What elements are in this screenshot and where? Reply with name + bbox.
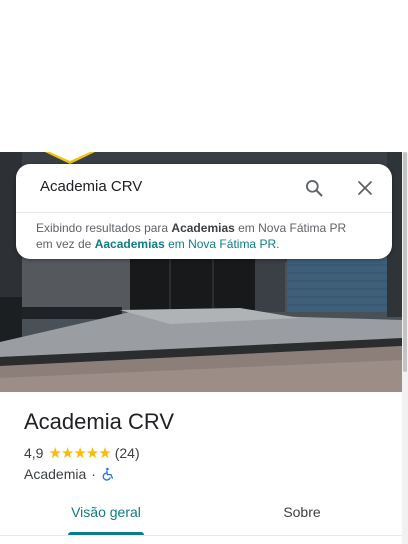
search-card: Academia CRV Exibindo resultados para Ac… (16, 164, 392, 259)
original-location-link[interactable]: em Nova Fátima PR (165, 237, 276, 251)
separator-dot: · (91, 466, 96, 482)
spelling-notice: Exibindo resultados para Academias em No… (36, 220, 376, 252)
notice-location: em Nova Fátima PR (234, 221, 347, 235)
wheelchair-icon[interactable] (101, 467, 115, 481)
original-query-link[interactable]: Aacademias (95, 237, 165, 251)
tab-about[interactable]: Sobre (262, 504, 342, 520)
top-blank-area (0, 0, 408, 152)
close-button[interactable] (351, 174, 379, 202)
tabs-divider (0, 535, 402, 536)
review-count[interactable]: (24) (115, 445, 140, 461)
notice-corrected-term: Academias (171, 221, 235, 235)
scrollbar[interactable] (402, 152, 408, 544)
search-icon (306, 180, 323, 197)
search-button[interactable] (300, 174, 328, 202)
search-divider (16, 212, 392, 213)
rating-row: 4,9 ★★★★★ (24) (24, 444, 140, 462)
scrollbar-thumb[interactable] (403, 152, 407, 372)
place-category[interactable]: Academia (24, 466, 86, 482)
rating-value: 4,9 (24, 445, 44, 461)
close-icon (358, 181, 372, 195)
notice-end: . (276, 237, 280, 251)
tab-overview[interactable]: Visão geral (62, 504, 150, 520)
notice-prefix: Exibindo resultados para (36, 221, 172, 235)
category-row: Academia · (24, 465, 115, 483)
search-input[interactable]: Academia CRV (40, 178, 142, 195)
place-title: Academia CRV (24, 409, 174, 434)
notice-prefix-2: em vez de (36, 237, 95, 251)
rating-stars: ★★★★★ (48, 445, 111, 462)
